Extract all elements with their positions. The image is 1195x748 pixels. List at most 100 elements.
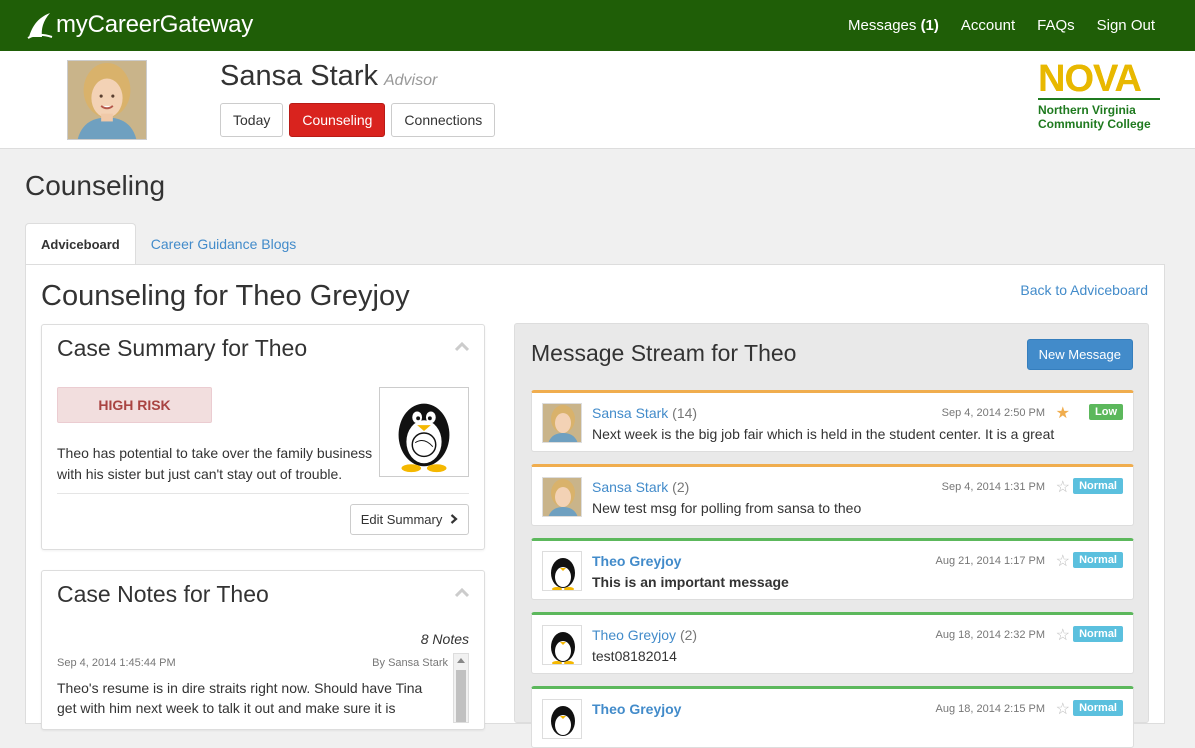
new-message-button[interactable]: New Message <box>1026 339 1133 370</box>
message-sender[interactable]: Sansa Stark (2) <box>592 479 689 495</box>
note-author: By Sansa Stark <box>372 657 448 669</box>
tab-connections[interactable]: Connections <box>391 103 496 137</box>
avatar <box>542 699 582 739</box>
brand-logo[interactable]: myCareerGateway <box>26 8 253 42</box>
top-navbar: myCareerGateway Messages (1) Account FAQ… <box>0 0 1195 51</box>
message-preview: test08182014 <box>592 648 677 664</box>
message-sender-name: Theo Greyjoy <box>592 553 682 569</box>
case-summary-card: Case Summary for Theo HIGH RISK Theo has… <box>41 324 485 550</box>
college-logo-line1: Northern Virginia <box>1038 103 1136 117</box>
nav-messages[interactable]: Messages (1) <box>848 17 939 34</box>
priority-badge: Low <box>1089 404 1123 420</box>
content-tabs: Adviceboard Career Guidance Blogs <box>25 223 311 265</box>
message-sender-name: Theo Greyjoy <box>592 701 682 717</box>
message-sender-name: Sansa Stark <box>592 479 669 495</box>
avatar <box>542 403 582 443</box>
message-sender[interactable]: Theo Greyjoy <box>592 701 681 717</box>
college-logo: NOVA Northern Virginia Community College <box>1038 60 1160 131</box>
tux-penguin-icon <box>543 552 581 590</box>
advisor-name: Sansa Stark <box>220 60 378 92</box>
top-nav: Messages (1) Account FAQs Sign Out <box>826 0 1155 51</box>
chevron-up-icon[interactable] <box>455 342 469 352</box>
priority-badge: Normal <box>1073 700 1123 716</box>
message-stream-title: Message Stream for Theo <box>531 340 797 366</box>
avatar <box>542 477 582 517</box>
message-preview: Next week is the big job fair which is h… <box>592 426 1055 442</box>
page-title: Counseling <box>25 170 166 201</box>
tab-today[interactable]: Today <box>220 103 284 137</box>
message-date: Aug 18, 2014 2:15 PM <box>935 703 1045 715</box>
avatar <box>542 551 582 591</box>
tab-counseling[interactable]: Counseling <box>289 103 386 137</box>
message-item[interactable]: Theo Greyjoy Aug 21, 2014 1:17 PM ☆ Norm… <box>531 538 1134 600</box>
note-text: Theo's resume is in dire straits right n… <box>57 680 423 716</box>
profile-header: Sansa Stark Advisor Today Counseling Conn… <box>0 51 1195 149</box>
priority-badge: Normal <box>1073 626 1123 642</box>
message-date: Aug 21, 2014 1:17 PM <box>935 555 1045 567</box>
counseling-subtitle: Counseling for Theo Greyjoy <box>41 280 410 312</box>
notes-count: 8 Notes <box>420 631 469 647</box>
user-photo-icon <box>543 404 581 442</box>
profile-tabs: Today Counseling Connections <box>220 103 501 137</box>
message-item[interactable]: Sansa Stark (2) Sep 4, 2014 1:31 PM ☆ No… <box>531 464 1134 526</box>
avatar <box>67 60 147 140</box>
message-preview: New test msg for polling from sansa to t… <box>592 500 862 516</box>
avatar <box>542 625 582 665</box>
tab-career-guidance-blogs[interactable]: Career Guidance Blogs <box>136 223 312 265</box>
risk-badge: HIGH RISK <box>57 387 212 423</box>
case-summary-title: Case Summary for Theo <box>57 335 308 361</box>
message-sender[interactable]: Theo Greyjoy <box>592 553 681 569</box>
message-sender[interactable]: Theo Greyjoy (2) <box>592 627 697 643</box>
star-icon[interactable]: ☆ <box>1056 699 1070 719</box>
chevron-right-icon <box>450 514 458 524</box>
message-preview: This is an important message <box>592 574 789 590</box>
user-photo-icon <box>68 61 146 139</box>
nav-account[interactable]: Account <box>961 17 1015 34</box>
tab-adviceboard[interactable]: Adviceboard <box>25 223 136 265</box>
nav-messages-count: (1) <box>920 17 939 34</box>
brand-name: myCareerGateway <box>56 11 254 38</box>
priority-badge: Normal <box>1073 478 1123 494</box>
divider <box>57 493 469 494</box>
star-icon[interactable]: ☆ <box>1056 477 1070 497</box>
college-logo-line2: Community College <box>1038 117 1151 131</box>
case-summary-text: Theo has potential to take over the fami… <box>57 445 373 482</box>
message-item[interactable]: Theo Greyjoy (2) Aug 18, 2014 2:32 PM ☆ … <box>531 612 1134 674</box>
case-notes-card: Case Notes for Theo 8 Notes Sep 4, 2014 … <box>41 570 485 730</box>
chevron-up-icon[interactable] <box>455 588 469 598</box>
star-icon[interactable]: ★ <box>1056 403 1070 423</box>
message-sender-name: Theo Greyjoy <box>592 627 677 643</box>
priority-badge: Normal <box>1073 552 1123 568</box>
scrollbar-thumb[interactable] <box>456 670 466 722</box>
message-sender[interactable]: Sansa Stark (14) <box>592 405 697 421</box>
scroll-up-arrow-icon[interactable] <box>457 658 465 663</box>
sail-logo-icon <box>27 13 53 39</box>
edit-summary-label: Edit Summary <box>360 512 443 527</box>
message-sender-name: Sansa Stark <box>592 405 669 421</box>
nav-sign-out[interactable]: Sign Out <box>1097 17 1155 34</box>
message-item[interactable]: Theo Greyjoy Aug 18, 2014 2:15 PM ☆ Norm… <box>531 686 1134 748</box>
case-notes-title: Case Notes for Theo <box>57 581 269 607</box>
message-date: Sep 4, 2014 1:31 PM <box>941 481 1045 493</box>
college-logo-acronym: NOVA <box>1038 60 1160 100</box>
message-stream-panel: Message Stream for Theo New Message Sans… <box>514 323 1149 748</box>
tux-penguin-icon <box>543 700 581 738</box>
advisor-name-line: Sansa Stark Advisor <box>220 60 437 93</box>
student-avatar <box>379 387 469 477</box>
note-date: Sep 4, 2014 1:45:44 PM <box>57 657 176 669</box>
message-item[interactable]: Sansa Stark (14) Sep 4, 2014 2:50 PM ★ L… <box>531 390 1134 452</box>
back-to-adviceboard-link[interactable]: Back to Adviceboard <box>1020 282 1148 298</box>
nav-faqs[interactable]: FAQs <box>1037 17 1075 34</box>
tux-penguin-icon <box>543 626 581 664</box>
star-icon[interactable]: ☆ <box>1056 551 1070 571</box>
edit-summary-button[interactable]: Edit Summary <box>349 504 469 535</box>
message-date: Sep 4, 2014 2:50 PM <box>941 407 1045 419</box>
message-thread-count: (14) <box>672 405 698 421</box>
star-icon[interactable]: ☆ <box>1056 625 1070 645</box>
message-thread-count: (2) <box>672 479 690 495</box>
user-photo-icon <box>543 478 581 516</box>
advisor-role: Advisor <box>383 72 438 89</box>
tux-penguin-icon <box>398 403 450 473</box>
message-date: Aug 18, 2014 2:32 PM <box>935 629 1045 641</box>
nav-messages-label: Messages <box>848 17 917 34</box>
